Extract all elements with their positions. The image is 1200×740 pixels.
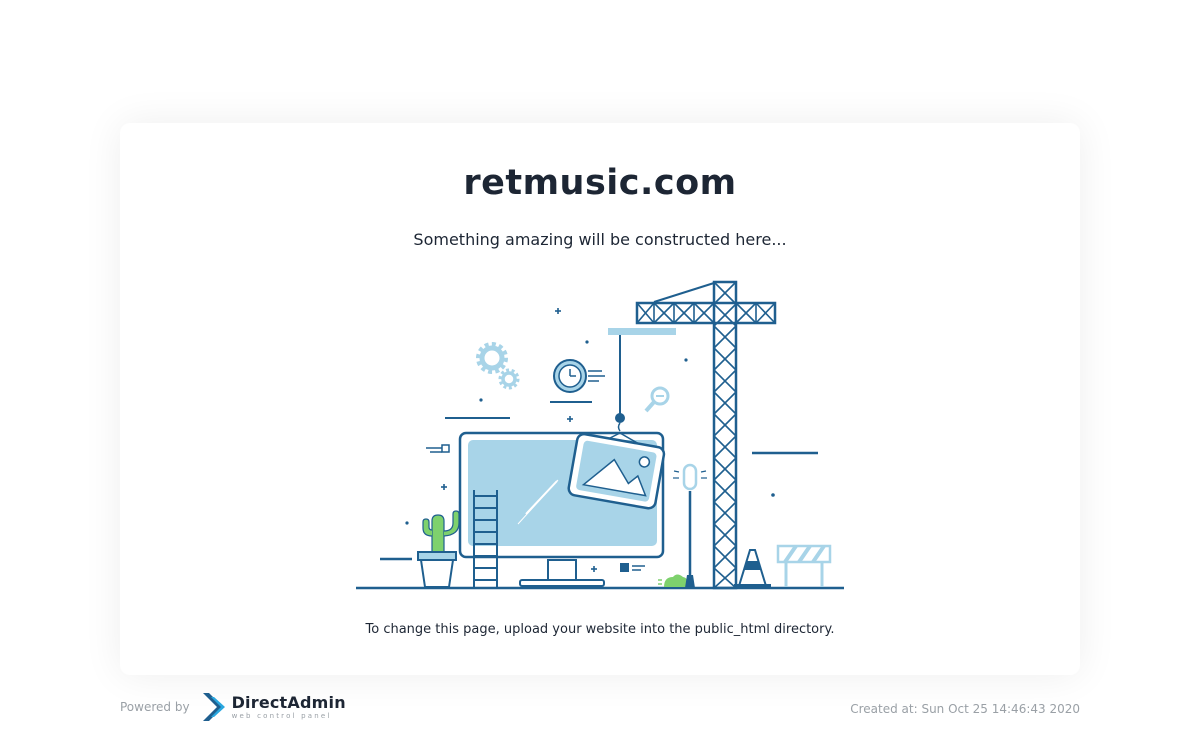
clock-icon bbox=[550, 359, 605, 403]
page-subtitle: Something amazing will be constructed he… bbox=[413, 230, 787, 249]
powered-by-label: Powered by bbox=[120, 700, 190, 714]
picture-frame-icon bbox=[567, 333, 666, 510]
directadmin-tagline: web control panel bbox=[231, 711, 332, 720]
upload-hint: To change this page, upload your website… bbox=[365, 622, 835, 637]
footer-powered-by: Powered by DirectAdmin web control panel bbox=[120, 690, 346, 724]
traffic-cone-icon bbox=[734, 549, 771, 588]
construction-illustration bbox=[356, 280, 844, 590]
directadmin-logo-link[interactable]: DirectAdmin web control panel bbox=[200, 691, 346, 723]
directadmin-logo-icon bbox=[202, 693, 225, 721]
content-card: retmusic.com Something amazing will be c… bbox=[120, 123, 1080, 675]
magnifier-icon bbox=[644, 386, 670, 413]
created-at-timestamp: Created at: Sun Oct 25 14:46:43 2020 bbox=[850, 702, 1080, 716]
directadmin-brand-name: DirectAdmin bbox=[231, 692, 346, 712]
cactus-icon bbox=[417, 510, 460, 588]
lamp-icon bbox=[673, 463, 707, 588]
barrier-icon bbox=[776, 544, 832, 587]
gears-icon bbox=[476, 342, 520, 390]
page-title: retmusic.com bbox=[463, 163, 737, 203]
